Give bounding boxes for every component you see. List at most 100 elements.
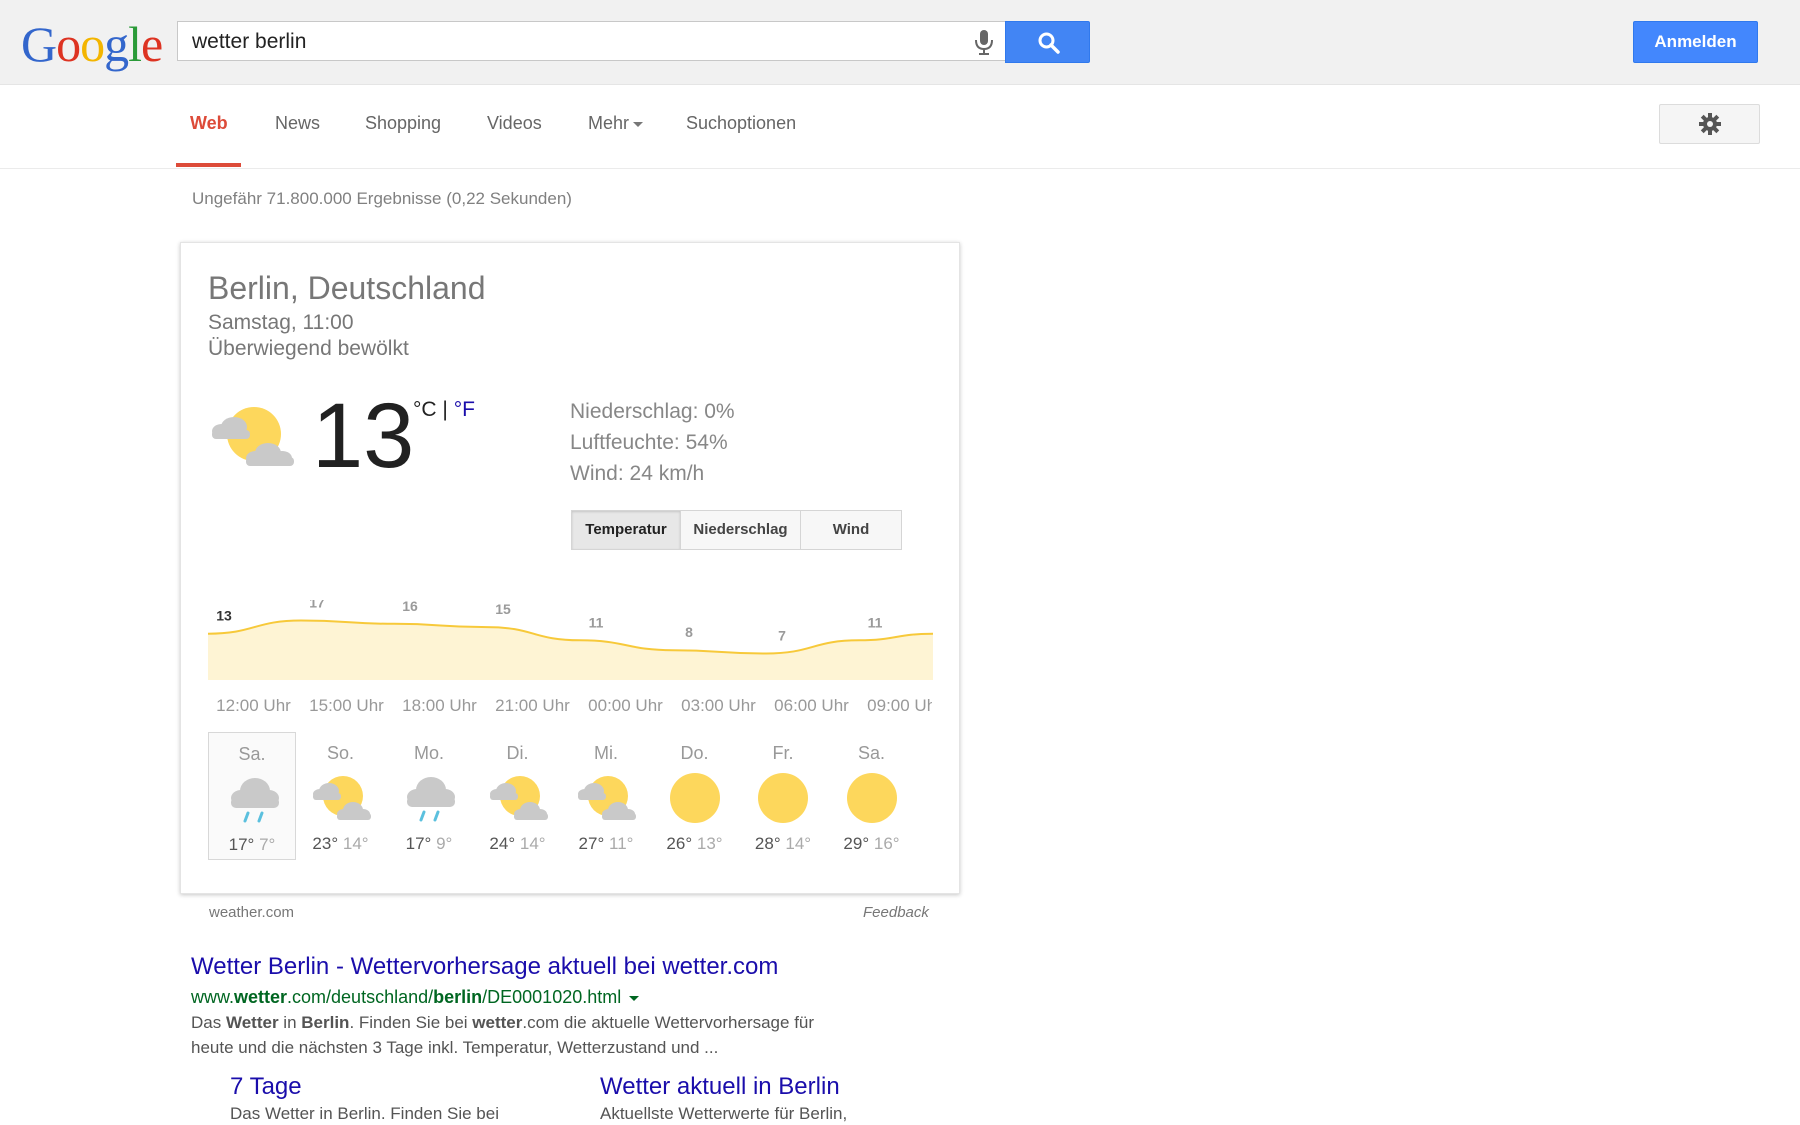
chart-data-label: 16 <box>402 600 418 614</box>
url-part: berlin <box>433 987 483 1007</box>
tab-web[interactable]: Web <box>190 113 228 134</box>
day-low: 7° <box>259 835 276 854</box>
logo-letter: G <box>21 16 57 72</box>
wind-detail: Wind: 24 km/h <box>570 462 705 485</box>
day-forecast[interactable]: Mi. 27° 11° <box>562 732 650 860</box>
chart-data-label: 11 <box>868 614 883 630</box>
logo-letter: g <box>104 16 129 72</box>
chart-data-label: 15 <box>495 601 511 617</box>
snippet-part: .com die aktuelle Wettervorhersage für <box>522 1013 815 1032</box>
day-name: Mo. <box>413 743 444 763</box>
signin-button[interactable]: Anmelden <box>1633 21 1758 63</box>
day-forecast[interactable]: Mo. 17° 9° <box>385 732 473 860</box>
chart-mode-toggle: Temperatur Niederschlag Wind <box>571 510 902 550</box>
day-low: 14° <box>519 834 546 853</box>
tab-search-options[interactable]: Suchoptionen <box>686 113 796 134</box>
day-name: Mi. <box>594 743 618 763</box>
logo-letter: e <box>141 16 163 72</box>
day-name: Do. <box>680 743 709 763</box>
search-icon <box>1038 32 1060 54</box>
result-url: www.wetter.com/deutschland/berlin/DE0001… <box>191 987 640 1008</box>
snippet-part: wetter <box>472 1013 523 1032</box>
result-snippet: Das Wetter in Berlin. Finden Sie bei wet… <box>191 1010 891 1060</box>
day-high: 28° <box>754 834 781 853</box>
sun-icon <box>846 773 897 823</box>
feedback-link[interactable]: Feedback <box>863 904 929 921</box>
tab-videos[interactable]: Videos <box>487 113 542 134</box>
search-box <box>177 21 1005 62</box>
unit-fahrenheit[interactable]: °F <box>454 398 475 421</box>
day-high: 23° <box>312 834 339 853</box>
humidity-detail: Luftfeuchte: 54% <box>570 431 728 454</box>
sitelink-7-tage[interactable]: 7 Tage <box>230 1073 302 1101</box>
precipitation-detail: Niederschlag: 0% <box>570 400 735 423</box>
hour-label: 09:00 Uhr <box>867 696 932 715</box>
snippet-part: in <box>278 1013 302 1032</box>
chevron-down-icon <box>633 121 644 127</box>
chart-data-label: 7 <box>778 628 786 644</box>
day-forecast[interactable]: Di. 24° 14° <box>474 732 562 860</box>
rain-cloud-icon <box>407 777 455 822</box>
hour-label: 03:00 Uhr <box>681 696 756 715</box>
day-forecast[interactable]: Do. 26° 13° <box>651 732 739 860</box>
day-temps: 29° 16° <box>828 834 916 854</box>
tab-mehr[interactable]: Mehr <box>588 113 644 134</box>
sitelink-wetter-aktuell[interactable]: Wetter aktuell in Berlin <box>600 1073 840 1101</box>
day-forecast[interactable]: Sa. 17° 7° <box>208 732 296 860</box>
search-input[interactable] <box>190 22 954 62</box>
rain-cloud-icon <box>231 778 279 823</box>
search-nav: Web News Shopping Videos Mehr Suchoption… <box>0 85 1800 169</box>
tab-news[interactable]: News <box>275 113 320 134</box>
logo-letter: l <box>128 16 142 72</box>
google-logo[interactable]: Google <box>21 14 163 74</box>
hour-label: 15:00 Uhr <box>309 696 384 715</box>
url-part: /DE0001020.html <box>482 987 622 1007</box>
day-forecast[interactable]: Fr. 28° 14° <box>739 732 827 860</box>
weather-time: Samstag, 11:00 <box>208 311 354 334</box>
unit-celsius[interactable]: °C <box>413 398 437 421</box>
tab-mehr-label: Mehr <box>588 113 630 133</box>
snippet-part: Das <box>191 1013 226 1032</box>
partly-cloudy-icon <box>489 776 548 820</box>
day-high: 17° <box>228 835 255 854</box>
url-part: www. <box>191 987 235 1007</box>
results-stats: Ungefähr 71.800.000 Ergebnisse (0,22 Sek… <box>192 189 572 208</box>
day-low: 9° <box>436 834 453 853</box>
day-name: Sa. <box>238 744 266 764</box>
url-part: wetter <box>234 987 288 1007</box>
microphone-icon[interactable] <box>973 29 995 55</box>
temperature-units: °C | °F <box>413 398 475 422</box>
sitelink-snippet: Das Wetter in Berlin. Finden Sie bei <box>230 1104 499 1123</box>
snippet-line-1: Das Wetter in Berlin. Finden Sie bei wet… <box>191 1010 891 1035</box>
logo-letter: o <box>56 16 81 72</box>
gear-icon <box>1699 113 1721 135</box>
partly-cloudy-icon <box>578 776 636 820</box>
wind-button[interactable]: Wind <box>801 510 902 550</box>
snippet-line-2: heute und die nächsten 3 Tage inkl. Temp… <box>191 1038 719 1057</box>
search-button[interactable] <box>1005 21 1090 63</box>
chevron-down-icon[interactable] <box>629 995 640 1001</box>
temperature-button[interactable]: Temperatur <box>571 510 681 550</box>
day-temps: 26° 13° <box>651 834 739 854</box>
url-part: .com/deutschland/ <box>287 987 434 1007</box>
partly-cloudy-icon <box>212 407 294 466</box>
result-title-link[interactable]: Wetter Berlin - Wettervorhersage aktuell… <box>191 953 778 981</box>
day-low: 13° <box>696 834 723 853</box>
weather-condition: Überwiegend bewölkt <box>208 337 409 360</box>
precipitation-button[interactable]: Niederschlag <box>681 510 801 550</box>
day-temps: 28° 14° <box>739 834 827 854</box>
day-forecast[interactable]: So. 23° 14° <box>297 732 385 860</box>
tab-shopping[interactable]: Shopping <box>365 113 441 134</box>
hour-label: 00:00 Uhr <box>588 696 663 715</box>
temperature-chart: 13 17 16 15 11 8 7 11 <box>208 600 933 680</box>
weather-source: weather.com <box>209 904 295 921</box>
day-temps: 27° 11° <box>562 834 650 854</box>
day-temps: 23° 14° <box>297 834 385 854</box>
weather-location: Berlin, Deutschland <box>208 270 486 306</box>
settings-button[interactable] <box>1659 104 1760 144</box>
chart-data-label: 17 <box>309 600 325 611</box>
chart-data-label: 8 <box>685 624 693 640</box>
current-temperature: 13 <box>312 385 415 487</box>
chart-area <box>208 620 933 680</box>
day-forecast[interactable]: Sa. 29° 16° <box>828 732 916 860</box>
